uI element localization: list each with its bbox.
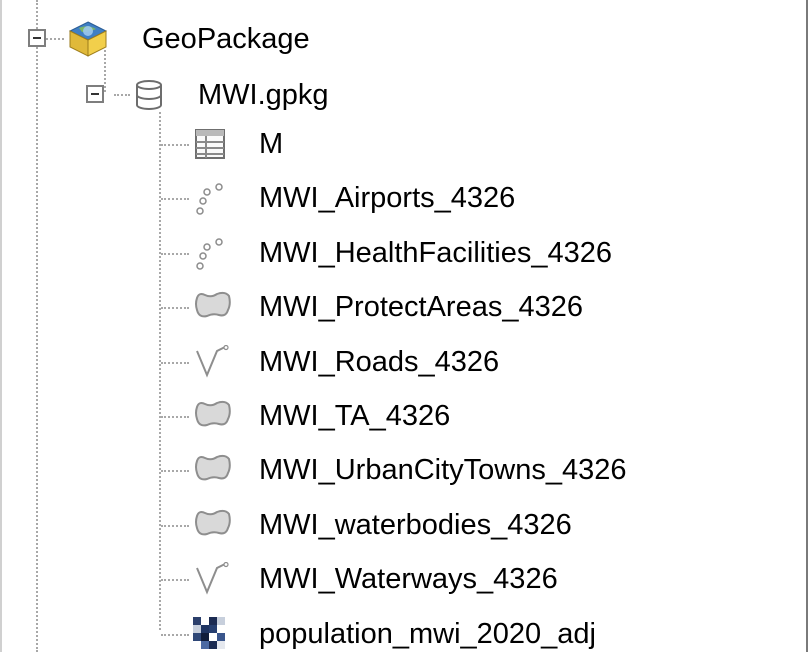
tree-node-mwi-gpkg[interactable]: MWI.gpkg [86,68,386,122]
tree-guide-line [161,416,189,418]
browser-tree-panel: GeoPackage MWI.gpkg M MWI_Airports_4326 MW… [0,0,808,652]
geopackage-icon [68,21,108,57]
tree-guide-line [161,525,189,527]
tree-layer-item[interactable]: MWI_HealthFacilities_4326 [161,226,761,280]
tree-node-label: MWI_UrbanCityTowns_4326 [259,454,627,486]
tree-layer-item[interactable]: M [161,117,761,171]
collapse-toggle[interactable] [28,29,46,47]
tree-guide-line [161,144,189,146]
polygon-layer-icon [193,290,233,325]
tree-node-label: MWI_Waterways_4326 [259,563,558,595]
collapse-toggle[interactable] [86,85,104,103]
tree-node-label: MWI_ProtectAreas_4326 [259,291,583,323]
tree-node-label: MWI_Roads_4326 [259,346,500,378]
tree-layer-item[interactable]: MWI_Roads_4326 [161,335,761,389]
tree-layer-item[interactable]: population_mwi_2020_adj [161,607,761,661]
tree-node-geopackage[interactable]: GeoPackage [26,12,386,66]
point-layer-icon [193,181,227,220]
line-layer-icon [193,561,229,601]
tree-guide-line [161,198,189,200]
tree-node-label: MWI_HealthFacilities_4326 [259,237,612,269]
tree-node-label: MWI_Airports_4326 [259,182,516,214]
tree-layer-item[interactable]: MWI_ProtectAreas_4326 [161,280,761,334]
tree-guide-line [36,0,38,652]
tree-layer-item[interactable]: MWI_UrbanCityTowns_4326 [161,443,761,497]
tree-node-label: MWI.gpkg [198,79,329,111]
line-layer-icon [193,344,229,384]
tree-layer-item[interactable]: MWI_Waterways_4326 [161,552,761,606]
raster-layer-icon [193,617,225,654]
tree-layer-item[interactable]: MWI_TA_4326 [161,389,761,443]
tree-node-label: M [259,128,284,160]
tree-layer-item[interactable]: MWI_waterbodies_4326 [161,498,761,552]
tree-node-label: population_mwi_2020_adj [259,618,596,650]
tree-layer-item[interactable]: MWI_Airports_4326 [161,171,761,225]
tree-guide-line [161,253,189,255]
tree-node-label: MWI_waterbodies_4326 [259,509,572,541]
point-layer-icon [193,236,227,275]
tree-guide-line [161,362,189,364]
panel-left-border [0,0,2,652]
table-icon [193,127,227,166]
tree-guide-line [161,579,189,581]
tree-node-label: GeoPackage [142,23,310,55]
database-icon [136,80,162,110]
polygon-layer-icon [193,399,233,434]
tree-guide-line [161,634,189,636]
tree-guide-line [161,470,189,472]
polygon-layer-icon [193,453,233,488]
tree-guide-line [161,307,189,309]
polygon-layer-icon [193,508,233,543]
tree-node-label: MWI_TA_4326 [259,400,451,432]
